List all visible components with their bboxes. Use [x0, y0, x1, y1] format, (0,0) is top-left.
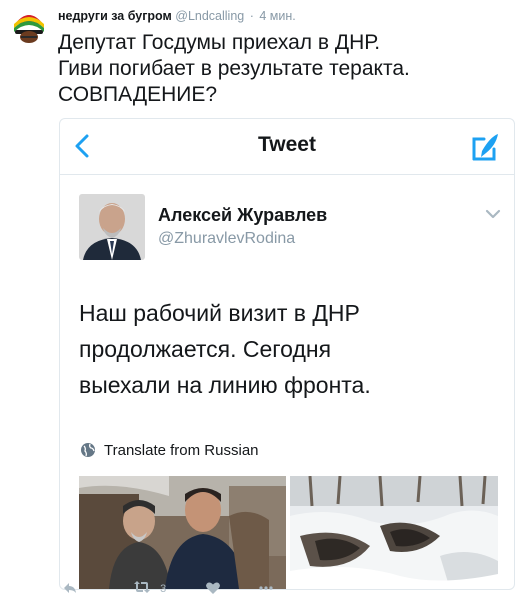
tweet-text-line: СОВПАДЕНИЕ?	[58, 83, 218, 106]
separator: ·	[249, 9, 254, 23]
user-handle[interactable]: @Lndcalling	[175, 9, 244, 23]
retweet-button[interactable]: 3	[133, 580, 173, 596]
compose-icon[interactable]	[470, 131, 502, 163]
embedded-tweet-screenshot[interactable]: Tweet Алексей Журавлев @ZhuravlevRodina …	[59, 118, 515, 590]
retweet-count: 3	[160, 583, 167, 595]
globe-icon	[81, 443, 95, 457]
display-name[interactable]: недруги за бугром	[58, 9, 172, 23]
author-avatar[interactable]	[79, 194, 145, 260]
card-title: Tweet	[258, 133, 316, 156]
profile-avatar[interactable]	[11, 8, 47, 44]
embedded-tweet-text: Наш рабочий визит в ДНР продолжается. Се…	[79, 295, 499, 403]
heart-icon[interactable]	[205, 580, 221, 596]
tweet-actions: 3	[0, 578, 518, 597]
embedded-text-line: выехали на линию фронта.	[79, 372, 371, 398]
chevron-down-icon[interactable]	[484, 207, 502, 221]
retweet-icon	[134, 581, 150, 593]
tweet-text-line: Депутат Госдумы приехал в ДНР.	[58, 31, 381, 54]
embedded-text-line: продолжается. Сегодня	[79, 336, 332, 362]
author-name[interactable]: Алексей Журавлев	[158, 205, 327, 226]
photo-trench[interactable]	[290, 476, 498, 589]
reply-icon[interactable]	[62, 580, 78, 596]
author-handle[interactable]: @ZhuravlevRodina	[158, 230, 295, 248]
card-header: Tweet	[60, 119, 514, 175]
tweet-header: недруги за бугром @Lndcalling · 4 мин.	[58, 9, 296, 23]
more-icon[interactable]	[258, 580, 274, 596]
translate-link[interactable]: Translate from Russian	[80, 442, 259, 459]
translate-label: Translate from Russian	[104, 442, 259, 459]
tweet-text-line: Гиви погибает в результате теракта.	[58, 57, 410, 80]
tweet-text: Депутат Госдумы приехал в ДНР. Гиви поги…	[58, 30, 498, 108]
embedded-text-line: Наш рабочий визит в ДНР	[79, 300, 360, 326]
photo-people[interactable]	[79, 476, 286, 589]
timestamp[interactable]: 4 мин.	[259, 9, 295, 23]
